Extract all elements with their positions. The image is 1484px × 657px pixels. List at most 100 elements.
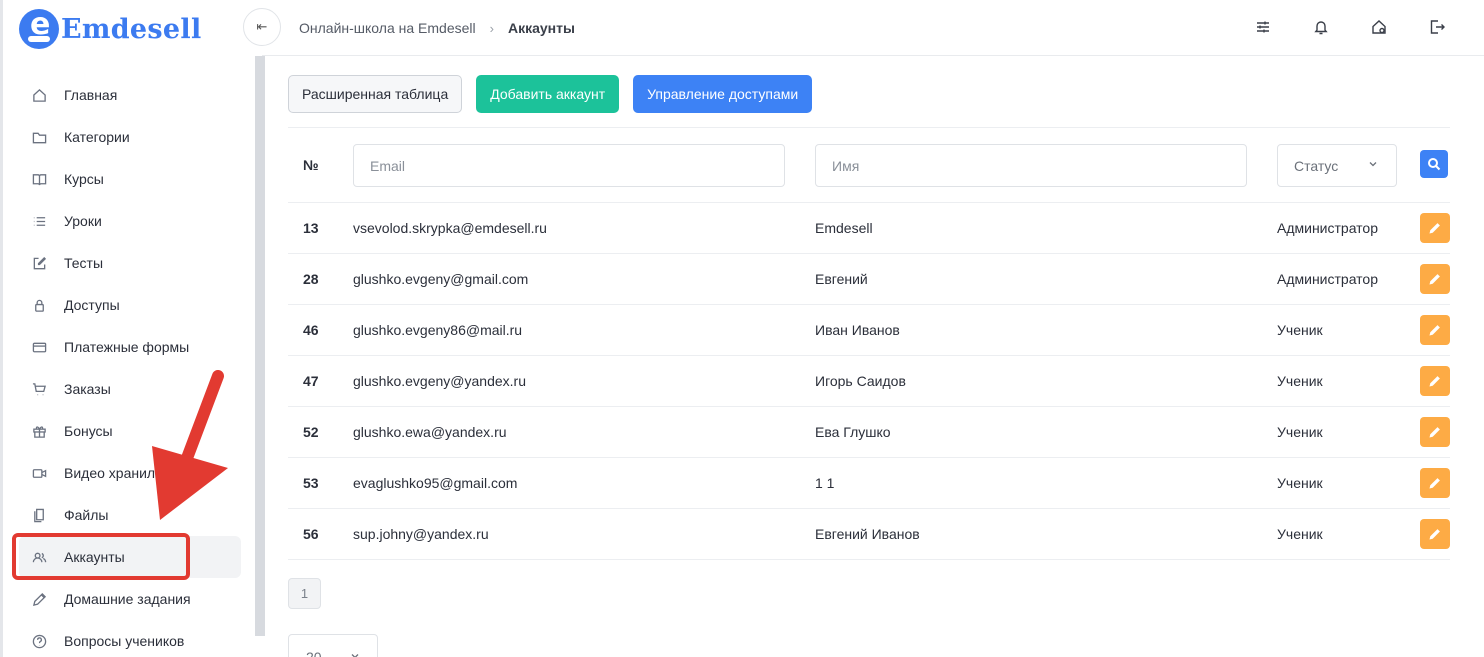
edit-button[interactable] (1420, 417, 1450, 447)
per-page-value: 20 (306, 649, 322, 657)
pagination-page-button[interactable]: 1 (288, 578, 321, 609)
manage-access-button[interactable]: Управление доступами (633, 75, 813, 113)
sidebar-item-label: Бонусы (64, 423, 113, 439)
chevron-down-icon (1369, 162, 1377, 167)
sidebar-item-courses[interactable]: Курсы (19, 158, 241, 200)
folder-icon (31, 129, 47, 145)
status-select[interactable]: Статус (1277, 144, 1397, 187)
logo-text: Emdesell (61, 13, 202, 45)
row-id: 56 (303, 526, 319, 542)
row-name: Ева Глушко (815, 424, 891, 440)
email-filter-input[interactable] (353, 144, 785, 187)
row-email: sup.johny@yandex.ru (353, 526, 489, 542)
filter-row: № Статус (288, 128, 1450, 203)
row-role: Ученик (1277, 322, 1323, 338)
pencil-icon (1429, 274, 1440, 285)
breadcrumb-school-link[interactable]: Онлайн-школа на Emdesell (299, 20, 476, 36)
annotation-highlight-box (12, 533, 190, 580)
table-row: 52 glushko.ewa@yandex.ru Ева Глушко Учен… (288, 407, 1450, 458)
sidebar-item-tests[interactable]: Тесты (19, 242, 241, 284)
row-id: 53 (303, 475, 319, 491)
sidebar-item-label: Тесты (64, 255, 104, 271)
pencil-icon (1429, 478, 1440, 489)
sidebar-item-categories[interactable]: Категории (19, 116, 241, 158)
table-row: 46 glushko.evgeny86@mail.ru Иван Иванов … (288, 305, 1450, 356)
logout-icon[interactable] (1428, 18, 1446, 41)
bell-icon[interactable] (1312, 18, 1330, 41)
collapse-sidebar-button[interactable]: ⇤ (243, 8, 281, 46)
sidebar-item-lessons[interactable]: Уроки (19, 200, 241, 242)
sidebar-item-home[interactable]: Главная (19, 74, 241, 116)
file-icon (31, 507, 47, 523)
row-id: 13 (303, 220, 319, 236)
table-row: 13 vsevolod.skrypka@emdesell.ru Emdesell… (288, 203, 1450, 254)
edit-button[interactable] (1420, 315, 1450, 345)
sidebar-item-label: Категории (64, 129, 130, 145)
annotation-arrow-icon (152, 370, 228, 520)
sidebar-item-student-questions[interactable]: Вопросы учеников (19, 620, 241, 657)
home-settings-icon[interactable] (1370, 18, 1388, 41)
sidebar-item-label: Уроки (64, 213, 102, 229)
sidebar-item-label: Файлы (64, 507, 109, 523)
sidebar-item-label: Курсы (64, 171, 104, 187)
row-email: glushko.evgeny@yandex.ru (353, 373, 526, 389)
sidebar-item-label: Платежные формы (64, 339, 190, 355)
row-role: Администратор (1277, 271, 1379, 287)
row-name: 1 1 (815, 475, 835, 491)
sidebar-item-access[interactable]: Доступы (19, 284, 241, 326)
row-id: 47 (303, 373, 319, 389)
sidebar-item-homework[interactable]: Домашние задания (19, 578, 241, 620)
sidebar-item-label: Вопросы учеников (64, 633, 185, 649)
pencil-icon (1429, 529, 1440, 540)
sidebar-scrollbar[interactable] (255, 56, 265, 636)
question-icon (31, 633, 47, 649)
pencil-icon (1429, 223, 1440, 234)
row-role: Ученик (1277, 424, 1323, 440)
extended-table-button[interactable]: Расширенная таблица (288, 75, 463, 113)
name-filter-input[interactable] (815, 144, 1247, 187)
add-account-button[interactable]: Добавить аккаунт (476, 75, 620, 113)
lock-icon (31, 297, 47, 313)
row-id: 52 (303, 424, 319, 440)
accounts-table: № Статус 13 vsevolod.skrypka@emdesell.ru… (288, 127, 1450, 560)
edit-button[interactable] (1420, 519, 1450, 549)
row-name: Emdesell (815, 220, 873, 236)
edit-button[interactable] (1420, 468, 1450, 498)
edit-button[interactable] (1420, 213, 1450, 243)
pencil-icon (1429, 325, 1440, 336)
pencil-icon (1429, 376, 1440, 387)
cart-icon (31, 381, 47, 397)
sidebar-item-label: Главная (64, 87, 118, 103)
table-row: 56 sup.johny@yandex.ru Евгений Иванов Уч… (288, 509, 1450, 560)
credit-card-icon (31, 339, 47, 355)
gift-icon (31, 423, 47, 439)
list-icon (31, 213, 47, 229)
row-id: 46 (303, 322, 319, 338)
logo[interactable]: e Emdesell (19, 7, 202, 49)
row-email: glushko.ewa@yandex.ru (353, 424, 507, 440)
search-button[interactable] (1420, 150, 1448, 178)
edit-button[interactable] (1420, 264, 1450, 294)
row-name: Евгений Иванов (815, 526, 920, 542)
table-row: 28 glushko.evgeny@gmail.com Евгений Адми… (288, 254, 1450, 305)
pencil-icon (31, 591, 47, 607)
row-id: 28 (303, 271, 319, 287)
breadcrumb-current: Аккаунты (507, 20, 575, 36)
per-page-select[interactable]: 20 (288, 634, 378, 657)
breadcrumb: Онлайн-школа на Emdesell › Аккаунты (299, 20, 575, 36)
sliders-icon[interactable] (1254, 18, 1272, 41)
sidebar-item-payment-forms[interactable]: Платежные формы (19, 326, 241, 368)
row-email: evaglushko95@gmail.com (353, 475, 518, 491)
edit-button[interactable] (1420, 366, 1450, 396)
row-role: Ученик (1277, 475, 1323, 491)
top-header: ⇤ Онлайн-школа на Emdesell › Аккаунты (243, 0, 1484, 56)
collapse-left-icon: ⇤ (256, 19, 268, 34)
sidebar-item-label: Доступы (64, 297, 120, 313)
toolbar: Расширенная таблица Добавить аккаунт Упр… (288, 75, 813, 113)
row-email: glushko.evgeny@gmail.com (353, 271, 529, 287)
chevron-right-icon: › (489, 20, 494, 36)
row-role: Ученик (1277, 526, 1323, 542)
book-icon (31, 171, 47, 187)
row-name: Евгений (815, 271, 868, 287)
chevron-down-icon (351, 654, 359, 657)
